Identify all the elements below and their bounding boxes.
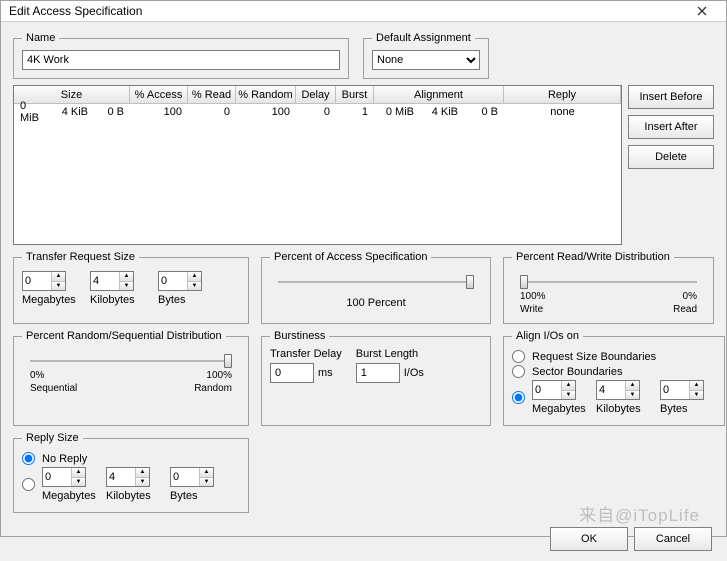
name-legend: Name (22, 32, 59, 44)
insert-before-button[interactable]: Insert Before (628, 85, 714, 109)
percent-access-slider[interactable] (278, 273, 474, 289)
reply-legend: Reply Size (22, 432, 83, 444)
reply-noreply-label: No Reply (42, 453, 87, 465)
ok-button[interactable]: OK (550, 527, 628, 551)
prwd-read-label: Read (673, 304, 697, 315)
insert-after-button[interactable]: Insert After (628, 115, 714, 139)
spec-table-header: Size % Access % Read % Random Delay Burs… (14, 86, 621, 104)
read-write-slider[interactable] (520, 273, 697, 289)
col-delay[interactable]: Delay (296, 86, 336, 103)
trs-legend: Transfer Request Size (22, 251, 139, 263)
reply-mb-spinner[interactable]: ▲▼ (42, 467, 86, 487)
col-random[interactable]: % Random (236, 86, 296, 103)
titlebar: Edit Access Specification (1, 1, 726, 22)
col-reply[interactable]: Reply (504, 86, 621, 103)
col-read[interactable]: % Read (188, 86, 236, 103)
burst-length-label: Burst Length (356, 348, 424, 360)
down-icon[interactable]: ▼ (52, 282, 65, 291)
transfer-request-size-fieldset: Transfer Request Size ▲▼ Megabytes ▲▼ Ki… (13, 251, 249, 324)
align-sector-radio[interactable] (512, 365, 525, 378)
default-assignment-fieldset: Default Assignment None (363, 32, 489, 79)
reply-b-spinner[interactable]: ▲▼ (170, 467, 214, 487)
burst-length-unit: I/Os (404, 367, 424, 379)
align-legend: Align I/Os on (512, 330, 583, 342)
cancel-button[interactable]: Cancel (634, 527, 712, 551)
trs-b-label: Bytes (158, 294, 186, 306)
percent-access-legend: Percent of Access Specification (270, 251, 431, 263)
up-icon[interactable]: ▲ (52, 272, 65, 282)
percent-access-fieldset: Percent of Access Specification 100 Perc… (261, 251, 491, 324)
close-button[interactable] (684, 1, 720, 21)
transfer-delay-label: Transfer Delay (270, 348, 342, 360)
reply-noreply-radio[interactable] (22, 452, 35, 465)
trs-kb-label: Kilobytes (90, 294, 135, 306)
align-request-radio[interactable] (512, 350, 525, 363)
prsd-legend: Percent Random/Sequential Distribution (22, 330, 226, 342)
name-input[interactable] (22, 50, 340, 70)
align-custom-radio[interactable] (512, 391, 525, 404)
transfer-delay-unit: ms (318, 367, 333, 379)
reply-kb-spinner[interactable]: ▲▼ (106, 467, 150, 487)
spec-table[interactable]: Size % Access % Read % Random Delay Burs… (13, 85, 622, 245)
content: Name Default Assignment None Size % Acce… (1, 22, 726, 523)
window-title: Edit Access Specification (9, 4, 142, 18)
default-assignment-select[interactable]: None (372, 50, 480, 70)
trs-kb-input[interactable] (91, 272, 119, 290)
reply-custom-radio[interactable] (22, 478, 35, 491)
trs-mb-spinner[interactable]: ▲▼ (22, 271, 66, 291)
align-request-label: Request Size Boundaries (532, 351, 656, 363)
prwd-legend: Percent Read/Write Distribution (512, 251, 674, 263)
align-sector-label: Sector Boundaries (532, 366, 623, 378)
default-assignment-legend: Default Assignment (372, 32, 475, 44)
prsd-seq-label: Sequential (30, 383, 77, 394)
name-fieldset: Name (13, 32, 349, 79)
trs-b-input[interactable] (159, 272, 187, 290)
trs-b-spinner[interactable]: ▲▼ (158, 271, 202, 291)
reply-size-fieldset: Reply Size No Reply ▲▼ Megabytes ▲▼ Kilo… (13, 432, 249, 513)
dialog-window: Edit Access Specification Name Default A… (0, 0, 727, 537)
random-seq-fieldset: Percent Random/Sequential Distribution 0… (13, 330, 249, 426)
delete-button[interactable]: Delete (628, 145, 714, 169)
table-row[interactable]: 0 MiB 4 KiB 0 B 100 0 100 0 1 0 MiB 4 Ki… (14, 104, 621, 120)
trs-mb-label: Megabytes (22, 294, 76, 306)
trs-kb-spinner[interactable]: ▲▼ (90, 271, 134, 291)
trs-mb-input[interactable] (23, 272, 51, 290)
prwd-write-label: Write (520, 304, 543, 315)
align-mb-spinner[interactable]: ▲▼ (532, 380, 576, 400)
align-fieldset: Align I/Os on Request Size Boundaries Se… (503, 330, 725, 426)
align-kb-spinner[interactable]: ▲▼ (596, 380, 640, 400)
random-seq-slider[interactable] (30, 352, 232, 368)
close-icon (697, 6, 707, 16)
burstiness-legend: Burstiness (270, 330, 329, 342)
col-alignment[interactable]: Alignment (374, 86, 504, 103)
align-b-spinner[interactable]: ▲▼ (660, 380, 704, 400)
burstiness-fieldset: Burstiness Transfer Delay ms Burst Lengt… (261, 330, 491, 426)
col-access[interactable]: % Access (130, 86, 188, 103)
read-write-fieldset: Percent Read/Write Distribution 100% 0% … (503, 251, 714, 324)
prsd-rand-label: Random (194, 383, 232, 394)
col-burst[interactable]: Burst (336, 86, 374, 103)
transfer-delay-input[interactable] (270, 363, 314, 383)
burst-length-input[interactable] (356, 363, 400, 383)
percent-access-value: 100 Percent (278, 297, 474, 309)
